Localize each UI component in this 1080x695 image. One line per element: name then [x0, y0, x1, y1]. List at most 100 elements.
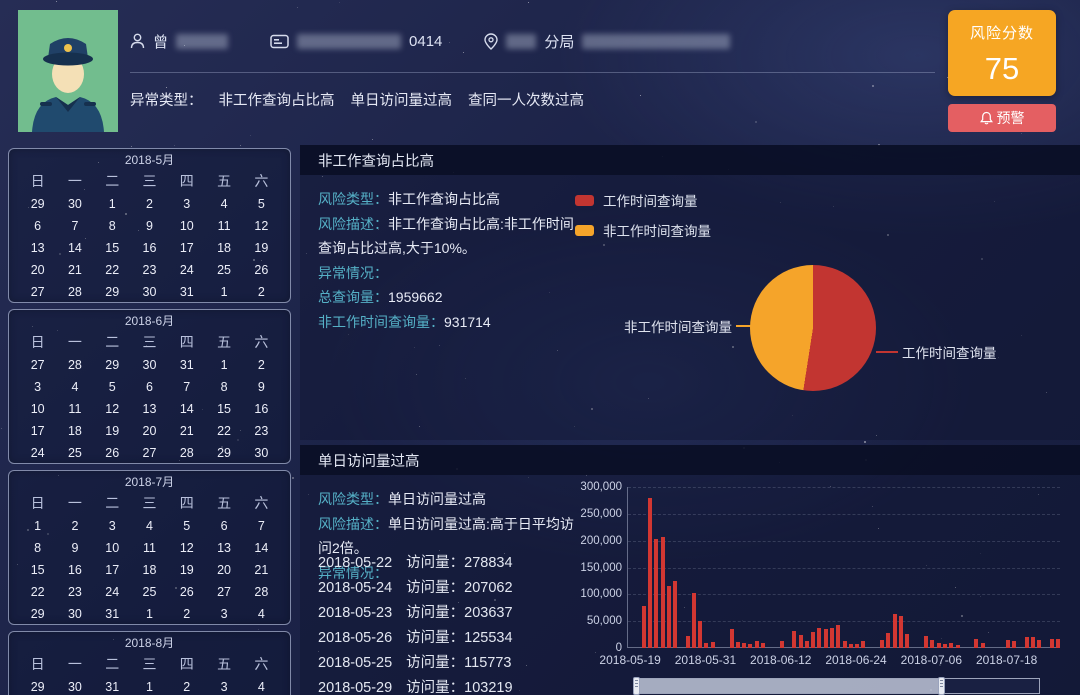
calendar-day[interactable]: 2 [243, 281, 280, 303]
datazoom-handle-right[interactable] [938, 677, 945, 695]
legend-item[interactable]: 非工作时间查询量 [575, 220, 711, 240]
calendar-day[interactable]: 23 [131, 259, 168, 281]
calendar-day[interactable]: 1 [205, 354, 242, 376]
anomaly-type-item-1[interactable]: 非工作查询占比高 [219, 89, 335, 110]
calendar-day[interactable]: 3 [168, 193, 205, 215]
bar-chart[interactable] [627, 487, 1060, 648]
calendar-day[interactable]: 15 [94, 237, 131, 259]
calendar-day[interactable]: 7 [56, 215, 93, 237]
datazoom-slider[interactable] [635, 678, 1040, 694]
calendar-day[interactable]: 4 [243, 676, 280, 695]
calendar-day[interactable]: 14 [243, 537, 280, 559]
calendar-day[interactable]: 6 [131, 376, 168, 398]
calendar-day[interactable]: 3 [94, 515, 131, 537]
calendar-day[interactable]: 18 [131, 559, 168, 581]
calendar-day[interactable]: 21 [243, 559, 280, 581]
calendar-day[interactable]: 29 [94, 354, 131, 376]
calendar-day[interactable]: 21 [168, 420, 205, 442]
calendar-day[interactable]: 17 [168, 237, 205, 259]
calendar-day[interactable]: 26 [243, 259, 280, 281]
calendar-day[interactable]: 25 [205, 259, 242, 281]
calendar-day[interactable]: 4 [131, 515, 168, 537]
calendar-day[interactable]: 21 [56, 259, 93, 281]
calendar-day[interactable]: 30 [243, 442, 280, 464]
calendar-day[interactable]: 11 [56, 398, 93, 420]
calendar-day[interactable]: 28 [56, 354, 93, 376]
calendar-day[interactable]: 11 [205, 215, 242, 237]
calendar-day[interactable]: 28 [56, 281, 93, 303]
calendar-day[interactable]: 31 [168, 354, 205, 376]
calendar-day[interactable]: 10 [168, 215, 205, 237]
calendar-day[interactable]: 27 [19, 281, 56, 303]
alert-button[interactable]: 预警 [948, 104, 1056, 132]
calendar-day[interactable]: 12 [243, 215, 280, 237]
calendar-day[interactable]: 9 [131, 215, 168, 237]
calendar-day[interactable]: 23 [56, 581, 93, 603]
calendar-day[interactable]: 16 [131, 237, 168, 259]
calendar-day[interactable]: 2 [56, 515, 93, 537]
calendar-day[interactable]: 30 [56, 676, 93, 695]
calendar-day[interactable]: 17 [19, 420, 56, 442]
calendar-day[interactable]: 20 [131, 420, 168, 442]
calendar-day[interactable]: 4 [243, 603, 280, 625]
calendar-day[interactable]: 22 [19, 581, 56, 603]
calendar-day[interactable]: 23 [243, 420, 280, 442]
pie-chart[interactable] [750, 265, 876, 391]
anomaly-type-item-2[interactable]: 单日访问量过高 [351, 89, 453, 110]
calendar-day[interactable]: 6 [19, 215, 56, 237]
calendar-day[interactable]: 19 [94, 420, 131, 442]
calendar-day[interactable]: 30 [56, 193, 93, 215]
calendar-day[interactable]: 27 [205, 581, 242, 603]
calendar-day[interactable]: 27 [19, 354, 56, 376]
calendar-day[interactable]: 4 [56, 376, 93, 398]
calendar-day[interactable]: 5 [243, 193, 280, 215]
calendar-day[interactable]: 28 [243, 581, 280, 603]
calendar-day[interactable]: 29 [205, 442, 242, 464]
calendar-day[interactable]: 18 [56, 420, 93, 442]
calendar-day[interactable]: 30 [56, 603, 93, 625]
calendar-day[interactable]: 20 [205, 559, 242, 581]
calendar-day[interactable]: 25 [131, 581, 168, 603]
calendar-day[interactable]: 8 [94, 215, 131, 237]
legend-item[interactable]: 工作时间查询量 [575, 190, 711, 210]
calendar-day[interactable]: 3 [205, 676, 242, 695]
calendar-day[interactable]: 10 [19, 398, 56, 420]
calendar-day[interactable]: 22 [205, 420, 242, 442]
calendar-day[interactable]: 8 [19, 537, 56, 559]
calendar-day[interactable]: 18 [205, 237, 242, 259]
calendar-day[interactable]: 7 [168, 376, 205, 398]
calendar-day[interactable]: 24 [168, 259, 205, 281]
calendar-day[interactable]: 29 [19, 603, 56, 625]
calendar-day[interactable]: 1 [131, 603, 168, 625]
datazoom-selected-range[interactable] [636, 679, 941, 693]
calendar-day[interactable]: 31 [94, 676, 131, 695]
calendar-day[interactable]: 1 [19, 515, 56, 537]
calendar-day[interactable]: 7 [243, 515, 280, 537]
datazoom-handle-left[interactable] [633, 677, 640, 695]
calendar-day[interactable]: 24 [19, 442, 56, 464]
calendar-day[interactable]: 10 [94, 537, 131, 559]
calendar-day[interactable]: 6 [205, 515, 242, 537]
calendar-day[interactable]: 9 [243, 376, 280, 398]
calendar-day[interactable]: 29 [19, 676, 56, 695]
calendar-day[interactable]: 5 [94, 376, 131, 398]
calendar-day[interactable]: 24 [94, 581, 131, 603]
calendar-day[interactable]: 13 [205, 537, 242, 559]
calendar-day[interactable]: 25 [56, 442, 93, 464]
calendar-day[interactable]: 4 [205, 193, 242, 215]
calendar-day[interactable]: 11 [131, 537, 168, 559]
calendar-day[interactable]: 15 [19, 559, 56, 581]
calendar-day[interactable]: 26 [94, 442, 131, 464]
calendar-day[interactable]: 17 [94, 559, 131, 581]
calendar-day[interactable]: 3 [19, 376, 56, 398]
calendar-day[interactable]: 26 [168, 581, 205, 603]
calendar-day[interactable]: 12 [94, 398, 131, 420]
calendar-day[interactable]: 2 [168, 603, 205, 625]
calendar-day[interactable]: 14 [56, 237, 93, 259]
calendar-day[interactable]: 19 [168, 559, 205, 581]
anomaly-type-item-3[interactable]: 查同一人次数过高 [468, 89, 584, 110]
calendar-day[interactable]: 2 [243, 354, 280, 376]
calendar-day[interactable]: 30 [131, 281, 168, 303]
calendar-day[interactable]: 28 [168, 442, 205, 464]
calendar-day[interactable]: 3 [205, 603, 242, 625]
